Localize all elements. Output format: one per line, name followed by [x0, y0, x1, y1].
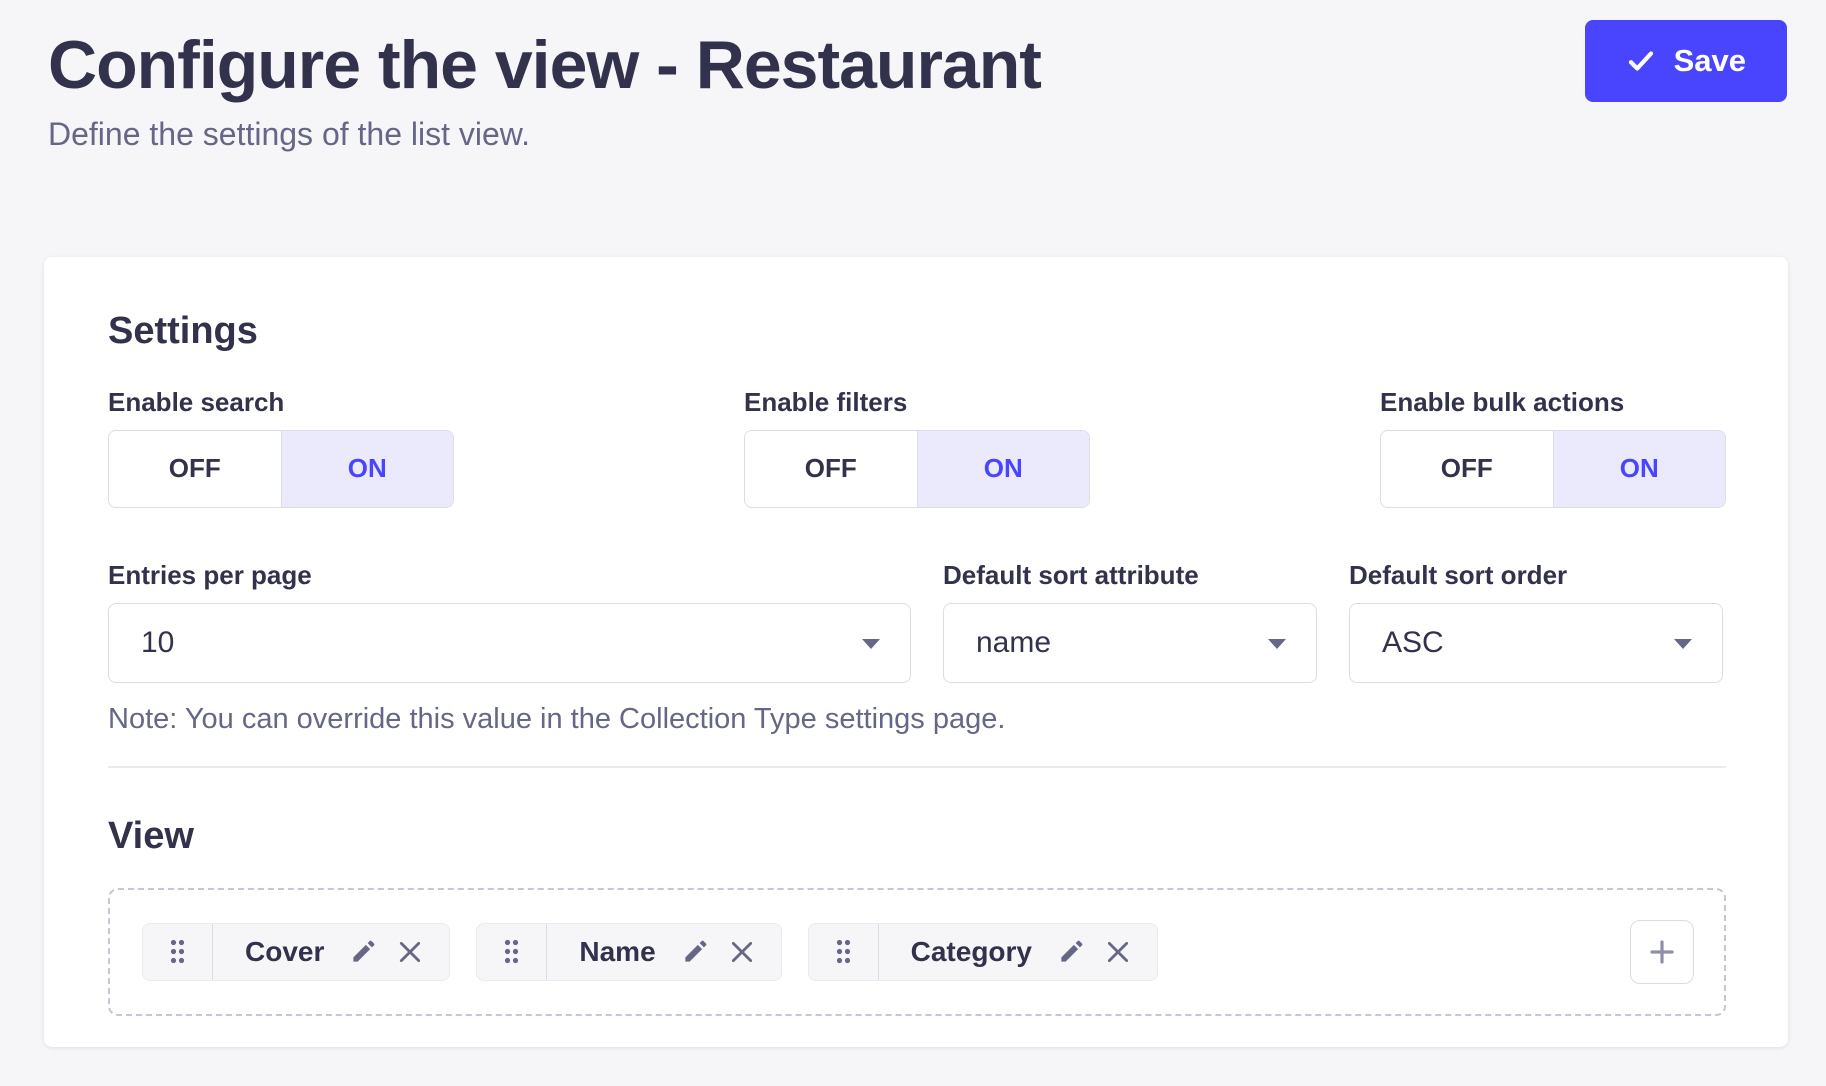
page-header: Configure the view - Restaurant Define t…: [0, 0, 1826, 153]
enable-filters-on-option[interactable]: ON: [917, 431, 1090, 507]
entries-per-page-label: Entries per page: [108, 560, 911, 591]
remove-field-button[interactable]: [1105, 939, 1131, 965]
chevron-down-icon: [1268, 639, 1286, 649]
drag-handle-icon[interactable]: [143, 924, 213, 980]
entries-per-page-value: 10: [141, 626, 174, 660]
chip-body: Cover: [213, 924, 449, 980]
view-heading: View: [108, 814, 1726, 860]
enable-search-toggle[interactable]: OFF ON: [108, 430, 454, 508]
default-sort-attribute-field: Default sort attribute name: [943, 560, 1317, 683]
field-chip-label: Category: [905, 936, 1038, 968]
section-divider: [108, 766, 1726, 768]
enable-search-label: Enable search: [108, 387, 454, 418]
enable-search-off-option[interactable]: OFF: [109, 431, 281, 507]
enable-filters-toggle[interactable]: OFF ON: [744, 430, 1090, 508]
enable-bulk-actions-on-option[interactable]: ON: [1553, 431, 1726, 507]
entries-per-page-select[interactable]: 10: [108, 603, 911, 683]
entries-per-page-field: Entries per page 10: [108, 560, 911, 683]
field-chip-label: Cover: [239, 936, 330, 968]
toggles-row: Enable search OFF ON Enable filters OFF …: [108, 387, 1726, 508]
cross-icon: [729, 939, 755, 965]
note-text: Note: You can override this value in the…: [108, 703, 1726, 736]
drag-handle-icon[interactable]: [477, 924, 547, 980]
default-sort-attribute-label: Default sort attribute: [943, 560, 1317, 591]
selects-row: Entries per page 10 Default sort attribu…: [108, 560, 1726, 683]
pencil-icon: [1058, 938, 1085, 965]
drag-handle-icon[interactable]: [809, 924, 879, 980]
enable-bulk-actions-toggle[interactable]: OFF ON: [1380, 430, 1726, 508]
add-field-button[interactable]: [1630, 920, 1694, 984]
default-sort-attribute-select[interactable]: name: [943, 603, 1317, 683]
default-sort-order-label: Default sort order: [1349, 560, 1723, 591]
edit-field-button[interactable]: [682, 938, 709, 965]
page-subtitle: Define the settings of the list view.: [48, 116, 1586, 153]
enable-filters-label: Enable filters: [744, 387, 1090, 418]
check-icon: [1626, 46, 1656, 76]
default-sort-attribute-value: name: [976, 626, 1051, 660]
enable-filters-off-option[interactable]: OFF: [745, 431, 917, 507]
chevron-down-icon: [1674, 639, 1692, 649]
save-button-label: Save: [1674, 43, 1746, 79]
default-sort-order-select[interactable]: ASC: [1349, 603, 1723, 683]
settings-card: Settings Enable search OFF ON Enable fil…: [44, 257, 1788, 1047]
cross-icon: [1105, 939, 1131, 965]
chevron-down-icon: [862, 639, 880, 649]
field-chip-category: Category: [808, 923, 1158, 981]
enable-search-field: Enable search OFF ON: [108, 387, 454, 508]
enable-search-on-option[interactable]: ON: [281, 431, 454, 507]
plus-icon: [1646, 936, 1678, 968]
field-layout-dropzone: Cover: [108, 888, 1726, 1016]
chip-body: Category: [879, 924, 1157, 980]
save-button[interactable]: Save: [1585, 20, 1787, 102]
enable-bulk-actions-field: Enable bulk actions OFF ON: [1380, 387, 1726, 508]
page-title: Configure the view - Restaurant: [48, 26, 1586, 104]
pencil-icon: [350, 938, 377, 965]
enable-filters-field: Enable filters OFF ON: [744, 387, 1090, 508]
remove-field-button[interactable]: [397, 939, 423, 965]
remove-field-button[interactable]: [729, 939, 755, 965]
cross-icon: [397, 939, 423, 965]
field-chip-cover: Cover: [142, 923, 450, 981]
chip-body: Name: [547, 924, 780, 980]
edit-field-button[interactable]: [350, 938, 377, 965]
enable-bulk-actions-label: Enable bulk actions: [1380, 387, 1726, 418]
default-sort-order-field: Default sort order ASC: [1349, 560, 1723, 683]
edit-field-button[interactable]: [1058, 938, 1085, 965]
default-sort-order-value: ASC: [1382, 626, 1444, 660]
settings-heading: Settings: [108, 309, 1726, 355]
field-chip-label: Name: [573, 936, 661, 968]
pencil-icon: [682, 938, 709, 965]
enable-bulk-actions-off-option[interactable]: OFF: [1381, 431, 1553, 507]
field-chip-name: Name: [476, 923, 781, 981]
